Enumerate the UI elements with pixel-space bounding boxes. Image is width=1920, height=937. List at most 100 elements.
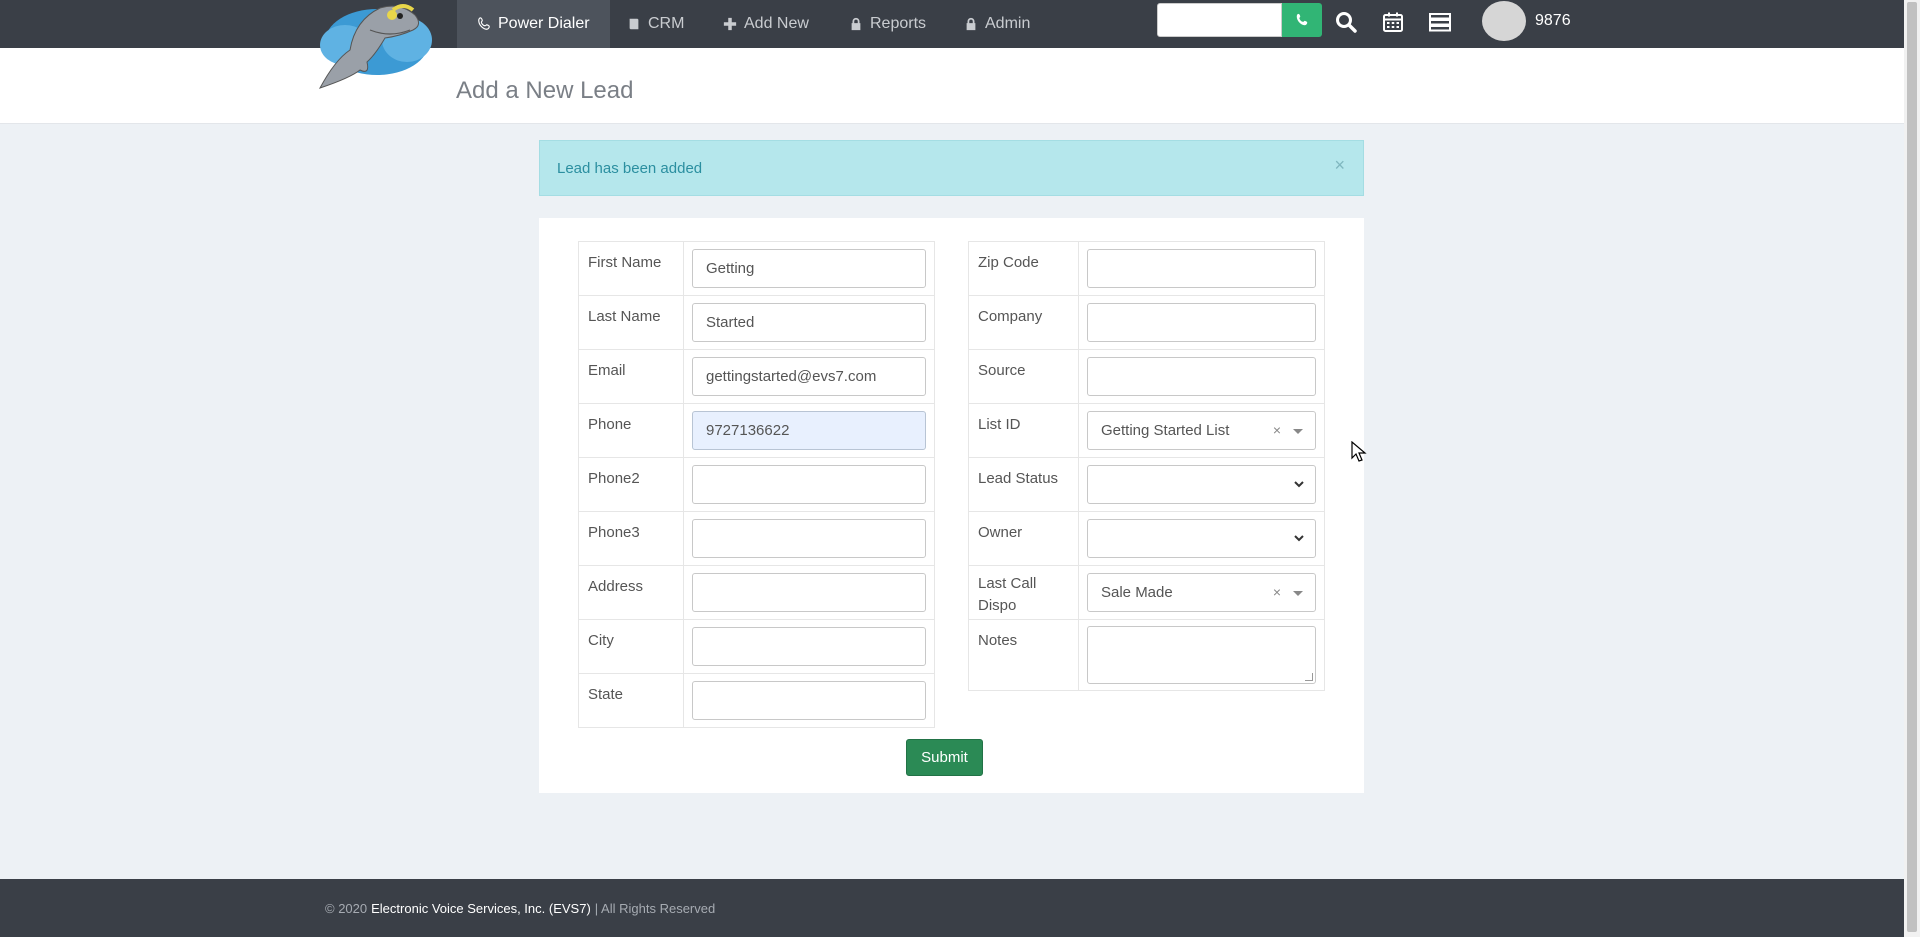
user-extension: 9876 xyxy=(1535,12,1571,29)
success-alert: Lead has been added × xyxy=(539,140,1364,196)
phone-label: Phone xyxy=(578,403,684,458)
city-field[interactable] xyxy=(692,627,926,666)
lead-status-label: Lead Status xyxy=(968,457,1079,512)
form-row: Notes xyxy=(968,619,1325,691)
clear-icon[interactable]: × xyxy=(1273,422,1281,438)
resize-grip-icon[interactable] xyxy=(1305,673,1313,681)
form-row: Company xyxy=(968,295,1325,350)
lock-icon xyxy=(966,17,976,31)
form-row: First Name xyxy=(578,241,935,296)
form-row: Last Call Dispo Sale Made × xyxy=(968,565,1325,620)
notes-label: Notes xyxy=(968,619,1079,691)
calendar-icon[interactable] xyxy=(1380,9,1406,35)
city-label: City xyxy=(578,619,684,674)
caret-down-icon xyxy=(1293,429,1303,434)
source-field[interactable] xyxy=(1087,357,1316,396)
dial-number-input[interactable] xyxy=(1157,3,1282,37)
phone2-field[interactable] xyxy=(692,465,926,504)
last-name-field[interactable] xyxy=(692,303,926,342)
lead-form-right-table: Zip Code Company Source List ID Getting … xyxy=(968,241,1325,691)
form-row: City xyxy=(578,619,935,674)
state-field[interactable] xyxy=(692,681,926,720)
phone3-label: Phone3 xyxy=(578,511,684,566)
form-row: Phone xyxy=(578,403,935,458)
alert-message: Lead has been added xyxy=(557,159,703,177)
source-label: Source xyxy=(968,349,1079,404)
form-row: List ID Getting Started List × xyxy=(968,403,1325,458)
zip-code-label: Zip Code xyxy=(968,241,1079,296)
form-row: Phone2 xyxy=(578,457,935,512)
company-label: Company xyxy=(968,295,1079,350)
nav-label: CRM xyxy=(648,15,685,32)
phone2-label: Phone2 xyxy=(578,457,684,512)
address-label: Address xyxy=(578,565,684,620)
top-navbar: Power Dialer CRM Add New Reports Admin 9… xyxy=(0,0,1904,48)
mouse-cursor-icon xyxy=(1351,441,1367,462)
form-row: Phone3 xyxy=(578,511,935,566)
nav-crm[interactable]: CRM xyxy=(627,0,684,48)
footer-company: Electronic Voice Services, Inc. (EVS7) xyxy=(371,900,591,916)
form-row: Zip Code xyxy=(968,241,1325,296)
form-row: State xyxy=(578,673,935,728)
first-name-field[interactable] xyxy=(692,249,926,288)
chevron-down-icon xyxy=(1294,535,1304,542)
dolphin-logo[interactable] xyxy=(305,0,440,92)
plus-icon xyxy=(723,17,737,31)
lead-form-left-table: First Name Last Name Email Phone Phone2 … xyxy=(578,241,935,728)
email-label: Email xyxy=(578,349,684,404)
form-row: Source xyxy=(968,349,1325,404)
email-field[interactable] xyxy=(692,357,926,396)
owner-label: Owner xyxy=(968,511,1079,566)
owner-select[interactable] xyxy=(1087,519,1316,558)
form-row: Last Name xyxy=(578,295,935,350)
first-name-label: First Name xyxy=(578,241,684,296)
last-call-dispo-value: Sale Made xyxy=(1101,584,1173,601)
last-call-dispo-label: Last Call Dispo xyxy=(968,565,1079,620)
footer: © 2020 Electronic Voice Services, Inc. (… xyxy=(0,879,1904,937)
clear-icon[interactable]: × xyxy=(1273,584,1281,600)
list-id-label: List ID xyxy=(968,403,1079,458)
nav-add-new[interactable]: Add New xyxy=(723,0,809,48)
book-icon xyxy=(629,18,639,30)
close-icon[interactable]: × xyxy=(1334,155,1345,176)
nav-label: Reports xyxy=(870,15,927,32)
nav-label: Admin xyxy=(985,15,1031,32)
form-row: Address xyxy=(578,565,935,620)
lead-status-select[interactable] xyxy=(1087,465,1316,504)
submit-button[interactable]: Submit xyxy=(906,739,983,776)
nav-label: Power Dialer xyxy=(498,15,590,32)
page-scrollbar[interactable] xyxy=(1904,0,1920,937)
list-id-value: Getting Started List xyxy=(1101,422,1230,439)
footer-copyright: © 2020 xyxy=(325,900,368,916)
server-list-icon[interactable] xyxy=(1427,9,1453,35)
chevron-down-icon xyxy=(1294,481,1304,488)
phone-icon xyxy=(1296,13,1308,26)
page-header: Add a New Lead xyxy=(0,48,1904,124)
form-row: Owner xyxy=(968,511,1325,566)
notes-textarea[interactable] xyxy=(1087,626,1316,684)
form-row: Email xyxy=(578,349,935,404)
lock-icon xyxy=(851,17,861,31)
page-title: Add a New Lead xyxy=(456,77,634,104)
last-name-label: Last Name xyxy=(578,295,684,350)
phone3-field[interactable] xyxy=(692,519,926,558)
footer-rights: | All Rights Reserved xyxy=(594,900,716,916)
state-label: State xyxy=(578,673,684,728)
zip-code-field[interactable] xyxy=(1087,249,1316,288)
nav-power-dialer[interactable]: Power Dialer xyxy=(457,0,610,48)
list-id-select[interactable]: Getting Started List × xyxy=(1087,411,1316,450)
search-icon[interactable] xyxy=(1333,9,1359,35)
address-field[interactable] xyxy=(692,573,926,612)
avatar[interactable] xyxy=(1482,1,1526,41)
call-button[interactable] xyxy=(1282,3,1322,37)
caret-down-icon xyxy=(1293,591,1303,596)
phone-handset-icon xyxy=(478,17,490,30)
last-call-dispo-select[interactable]: Sale Made × xyxy=(1087,573,1316,612)
scrollbar-thumb[interactable] xyxy=(1907,2,1917,932)
phone-field[interactable] xyxy=(692,411,926,450)
nav-admin[interactable]: Admin xyxy=(964,0,1030,48)
nav-label: Add New xyxy=(744,15,809,32)
nav-reports[interactable]: Reports xyxy=(849,0,926,48)
form-row: Lead Status xyxy=(968,457,1325,512)
company-field[interactable] xyxy=(1087,303,1316,342)
